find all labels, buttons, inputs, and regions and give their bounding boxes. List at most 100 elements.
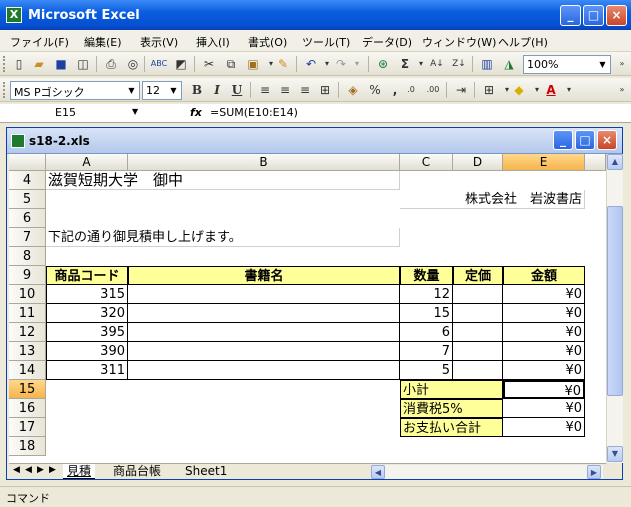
- addressee-cell[interactable]: 滋賀短期大学 御中: [46, 171, 400, 190]
- item-title-cell[interactable]: [128, 342, 400, 361]
- align-left-icon[interactable]: ≡: [256, 81, 274, 99]
- item-price-cell[interactable]: [453, 304, 503, 323]
- total-label-cell[interactable]: お支払い合計: [400, 418, 503, 437]
- minimize-button[interactable]: _: [560, 5, 581, 26]
- header-title-cell[interactable]: 書籍名: [128, 266, 400, 285]
- font-color-icon[interactable]: A: [542, 81, 560, 99]
- row-header-7[interactable]: 7: [9, 228, 46, 247]
- item-code-cell[interactable]: 315: [46, 285, 128, 304]
- font-name-select[interactable]: MS Pゴシック ▼: [10, 81, 140, 100]
- new-icon[interactable]: ▯: [10, 55, 28, 73]
- column-header-a[interactable]: A: [46, 154, 128, 171]
- item-amount-cell[interactable]: ¥0: [503, 323, 585, 342]
- name-box[interactable]: E15: [55, 106, 76, 119]
- item-price-cell[interactable]: [453, 342, 503, 361]
- format-painter-icon[interactable]: ✎: [274, 55, 292, 73]
- increase-decimal-icon[interactable]: .0: [402, 81, 420, 99]
- menu-view[interactable]: 表示(V): [140, 34, 178, 50]
- indent-icon[interactable]: ⇥: [452, 81, 470, 99]
- column-header-d[interactable]: D: [453, 154, 503, 171]
- zoom-select[interactable]: 100% ▼: [523, 55, 611, 74]
- vertical-scrollbar[interactable]: ▲ ▼: [606, 154, 623, 463]
- chevron-down-icon[interactable]: ▼: [596, 57, 609, 72]
- decrease-decimal-icon[interactable]: .00: [424, 81, 442, 99]
- merge-center-icon[interactable]: ⊞: [316, 81, 334, 99]
- bold-icon[interactable]: B: [188, 81, 206, 99]
- open-icon[interactable]: ▰: [30, 55, 48, 73]
- item-amount-cell[interactable]: ¥0: [503, 361, 585, 380]
- menu-help[interactable]: ヘルプ(H): [498, 34, 548, 50]
- header-amount-cell[interactable]: 金額: [503, 266, 585, 285]
- row-header-6[interactable]: 6: [9, 209, 46, 228]
- borders-icon[interactable]: ⊞: [480, 81, 498, 99]
- row-header-12[interactable]: 12: [9, 323, 46, 342]
- toolbar-grip[interactable]: [3, 56, 6, 72]
- menu-edit[interactable]: 編集(E): [84, 34, 122, 50]
- menu-data[interactable]: データ(D): [362, 34, 412, 50]
- row-header-9[interactable]: 9: [9, 266, 46, 285]
- fill-color-icon[interactable]: ◆: [510, 81, 528, 99]
- header-qty-cell[interactable]: 数量: [400, 266, 453, 285]
- spreadsheet-grid[interactable]: A B C D E 4 5 6 7 8 9 10 11 12 13 14 15 …: [9, 154, 606, 463]
- item-code-cell[interactable]: 311: [46, 361, 128, 380]
- font-color-dropdown-icon[interactable]: ▾: [560, 81, 578, 99]
- row-header-15[interactable]: 15: [9, 380, 46, 399]
- tax-label-cell[interactable]: 消費税5%: [400, 399, 503, 418]
- chevron-down-icon[interactable]: ▼: [132, 107, 138, 116]
- tax-cell[interactable]: ¥0: [503, 399, 585, 418]
- item-code-cell[interactable]: 320: [46, 304, 128, 323]
- last-sheet-icon[interactable]: ▶: [47, 465, 58, 475]
- column-header-c[interactable]: C: [400, 154, 453, 171]
- item-price-cell[interactable]: [453, 361, 503, 380]
- formula-input[interactable]: =SUM(E10:E14): [210, 106, 298, 119]
- row-header-4[interactable]: 4: [9, 171, 46, 190]
- item-title-cell[interactable]: [128, 304, 400, 323]
- chevron-down-icon[interactable]: ▼: [167, 83, 180, 98]
- item-code-cell[interactable]: 395: [46, 323, 128, 342]
- row-header-10[interactable]: 10: [9, 285, 46, 304]
- scroll-right-icon[interactable]: ▶: [587, 465, 601, 479]
- item-qty-cell[interactable]: 5: [400, 361, 453, 380]
- item-amount-cell[interactable]: ¥0: [503, 304, 585, 323]
- intro-cell[interactable]: 下記の通り御見積申し上げます。: [46, 228, 400, 247]
- chevron-down-icon[interactable]: ▼: [125, 83, 138, 98]
- percent-icon[interactable]: %: [366, 81, 384, 99]
- menu-tools[interactable]: ツール(T): [302, 34, 350, 50]
- spelling-icon[interactable]: ABC: [150, 55, 168, 73]
- row-header-14[interactable]: 14: [9, 361, 46, 380]
- scroll-up-icon[interactable]: ▲: [607, 154, 623, 170]
- maximize-button[interactable]: □: [583, 5, 604, 26]
- sort-descending-icon[interactable]: Z↓: [450, 55, 468, 73]
- column-header-b[interactable]: B: [128, 154, 400, 171]
- hyperlink-icon[interactable]: ⊛: [374, 55, 392, 73]
- align-center-icon[interactable]: ≡: [276, 81, 294, 99]
- menu-window[interactable]: ウィンドウ(W): [422, 34, 496, 50]
- item-qty-cell[interactable]: 15: [400, 304, 453, 323]
- item-amount-cell[interactable]: ¥0: [503, 342, 585, 361]
- save-icon[interactable]: ■: [52, 55, 70, 73]
- menu-insert[interactable]: 挿入(I): [196, 34, 230, 50]
- paste-icon[interactable]: ▣: [244, 55, 262, 73]
- function-icon[interactable]: fx: [190, 106, 202, 119]
- item-price-cell[interactable]: [453, 285, 503, 304]
- menu-format[interactable]: 書式(O): [248, 34, 287, 50]
- item-qty-cell[interactable]: 12: [400, 285, 453, 304]
- scroll-down-icon[interactable]: ▼: [607, 446, 623, 462]
- item-qty-cell[interactable]: 7: [400, 342, 453, 361]
- prev-sheet-icon[interactable]: ◀: [23, 465, 34, 475]
- currency-icon[interactable]: ◈: [344, 81, 362, 99]
- row-header-13[interactable]: 13: [9, 342, 46, 361]
- item-title-cell[interactable]: [128, 285, 400, 304]
- print-preview-icon[interactable]: ◎: [124, 55, 142, 73]
- toolbar-options-icon[interactable]: »: [613, 81, 631, 99]
- sort-ascending-icon[interactable]: A↓: [428, 55, 446, 73]
- row-header-5[interactable]: 5: [9, 190, 46, 209]
- item-price-cell[interactable]: [453, 323, 503, 342]
- subtotal-cell[interactable]: ¥0: [503, 380, 585, 399]
- cut-icon[interactable]: ✂: [200, 55, 218, 73]
- horizontal-scrollbar[interactable]: ◀ ▶: [371, 465, 603, 479]
- research-icon[interactable]: ◩: [172, 55, 190, 73]
- item-amount-cell[interactable]: ¥0: [503, 285, 585, 304]
- redo-dropdown-icon[interactable]: ▾: [348, 55, 366, 73]
- italic-icon[interactable]: I: [208, 81, 226, 99]
